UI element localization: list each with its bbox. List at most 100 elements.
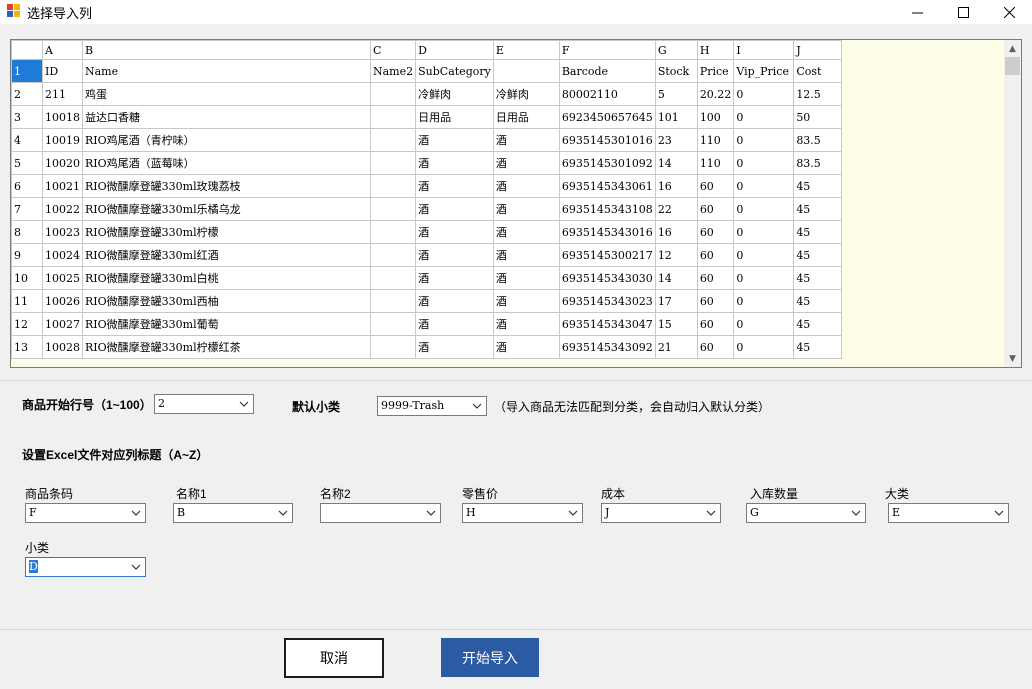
mapping-combo-name1[interactable]: B	[173, 503, 293, 523]
table-cell[interactable]: 60	[696, 243, 735, 267]
row-number-cell[interactable]: 3	[11, 105, 43, 129]
column-letter-cell[interactable]: B	[82, 40, 371, 60]
table-cell[interactable]: RIO鸡尾酒（青柠味）	[82, 128, 371, 152]
table-cell[interactable]: 6935145301016	[558, 128, 656, 152]
column-letter-cell[interactable]: G	[654, 40, 698, 60]
table-cell[interactable]: 0	[733, 197, 795, 221]
table-cell[interactable]: 16	[654, 174, 698, 198]
table-cell[interactable]: 10028	[42, 335, 83, 359]
table-cell[interactable]: 83.5	[793, 128, 843, 152]
table-cell[interactable]: 6935145343023	[558, 289, 656, 313]
table-cell[interactable]	[369, 220, 417, 244]
row-number-cell[interactable]: 11	[11, 289, 43, 313]
table-cell[interactable]: RIO微醺摩登罐330ml西柚	[82, 289, 371, 313]
table-cell[interactable]: 酒	[492, 220, 560, 244]
table-cell[interactable]	[369, 128, 417, 152]
table-cell[interactable]: Price	[696, 59, 735, 83]
vertical-scrollbar[interactable]: ▲ ▼	[1004, 40, 1021, 367]
table-cell[interactable]: 21	[654, 335, 698, 359]
table-cell[interactable]: 110	[696, 128, 735, 152]
table-cell[interactable]: 酒	[415, 220, 494, 244]
column-letter-cell[interactable]: C	[369, 40, 417, 60]
table-cell[interactable]: 6935145343016	[558, 220, 656, 244]
table-cell[interactable]: 酒	[415, 335, 494, 359]
table-cell[interactable]	[369, 289, 417, 313]
table-cell[interactable]: 0	[733, 312, 795, 336]
table-cell[interactable]: RIO微醺摩登罐330ml红酒	[82, 243, 371, 267]
table-cell[interactable]: 5	[654, 82, 698, 106]
table-cell[interactable]: 83.5	[793, 151, 843, 175]
table-cell[interactable]: 6923450657645	[558, 105, 656, 129]
mapping-combo-retail-price[interactable]: H	[462, 503, 583, 523]
table-cell[interactable]: 酒	[415, 312, 494, 336]
table-cell[interactable]: 6935145301092	[558, 151, 656, 175]
table-cell[interactable]: 12.5	[793, 82, 843, 106]
table-cell[interactable]: 酒	[415, 174, 494, 198]
table-cell[interactable]: 酒	[415, 289, 494, 313]
table-cell[interactable]	[369, 174, 417, 198]
start-import-button[interactable]: 开始导入	[441, 638, 539, 677]
table-cell[interactable]: 0	[733, 220, 795, 244]
cancel-button[interactable]: 取消	[284, 638, 384, 678]
table-cell[interactable]: 100	[696, 105, 735, 129]
table-cell[interactable]: 益达口香糖	[82, 105, 371, 129]
table-cell[interactable]: Name	[82, 59, 371, 83]
mapping-combo-stock-qty[interactable]: G	[746, 503, 866, 523]
table-cell[interactable]: 冷鲜肉	[492, 82, 560, 106]
table-cell[interactable]: 60	[696, 266, 735, 290]
table-cell[interactable]: 45	[793, 266, 843, 290]
table-cell[interactable]: 15	[654, 312, 698, 336]
table-cell[interactable]: 酒	[492, 312, 560, 336]
table-cell[interactable]: Stock	[654, 59, 698, 83]
table-cell[interactable]: 10018	[42, 105, 83, 129]
column-letter-cell[interactable]: E	[492, 40, 560, 60]
table-cell[interactable]: RIO微醺摩登罐330ml玫瑰荔枝	[82, 174, 371, 198]
scroll-down-icon[interactable]: ▼	[1004, 350, 1021, 367]
table-cell[interactable]: 6935145343047	[558, 312, 656, 336]
start-row-combo[interactable]: 2	[154, 394, 254, 414]
mapping-combo-barcode[interactable]: F	[25, 503, 146, 523]
table-cell[interactable]: 酒	[492, 128, 560, 152]
table-cell[interactable]: 50	[793, 105, 843, 129]
table-cell[interactable]: RIO微醺摩登罐330ml乐橘乌龙	[82, 197, 371, 221]
table-cell[interactable]: 45	[793, 312, 843, 336]
table-cell[interactable]: 211	[42, 82, 83, 106]
table-cell[interactable]: 80002110	[558, 82, 656, 106]
column-letter-cell[interactable]: F	[558, 40, 656, 60]
table-cell[interactable]: 酒	[492, 151, 560, 175]
table-cell[interactable]: RIO微醺摩登罐330ml葡萄	[82, 312, 371, 336]
table-cell[interactable]: 45	[793, 335, 843, 359]
table-cell[interactable]: 60	[696, 197, 735, 221]
table-cell[interactable]: Name2	[369, 59, 417, 83]
maximize-button[interactable]	[940, 0, 986, 24]
row-number-cell[interactable]: 9	[11, 243, 43, 267]
table-cell[interactable]: 45	[793, 220, 843, 244]
close-button[interactable]	[986, 0, 1032, 24]
table-cell[interactable]: 60	[696, 289, 735, 313]
row-number-cell[interactable]: 13	[11, 335, 43, 359]
table-cell[interactable]: 0	[733, 266, 795, 290]
table-cell[interactable]: 20.22	[696, 82, 735, 106]
table-cell[interactable]: 10026	[42, 289, 83, 313]
table-cell[interactable]: Cost	[793, 59, 843, 83]
table-cell[interactable]: 60	[696, 174, 735, 198]
table-cell[interactable]: 10022	[42, 197, 83, 221]
table-cell[interactable]	[369, 197, 417, 221]
mapping-combo-name2[interactable]	[320, 503, 441, 523]
table-cell[interactable]: 6935145343061	[558, 174, 656, 198]
row-number-cell[interactable]: 2	[11, 82, 43, 106]
table-cell[interactable]: RIO微醺摩登罐330ml柠檬红茶	[82, 335, 371, 359]
table-cell[interactable]: 12	[654, 243, 698, 267]
table-cell[interactable]	[369, 105, 417, 129]
row-number-cell[interactable]: 8	[11, 220, 43, 244]
mapping-combo-cost[interactable]: J	[601, 503, 721, 523]
excel-preview-grid[interactable]: A B C D E F G H I J 1 ID Name Name2 SubCategory Barcode…	[10, 39, 1022, 368]
table-cell[interactable]: 10021	[42, 174, 83, 198]
table-cell[interactable]: 6935145343108	[558, 197, 656, 221]
table-cell[interactable]: 6935145343092	[558, 335, 656, 359]
table-cell[interactable]: 酒	[492, 174, 560, 198]
table-cell[interactable]: 45	[793, 243, 843, 267]
table-cell[interactable]: 10023	[42, 220, 83, 244]
table-cell[interactable]: 10025	[42, 266, 83, 290]
mapping-combo-subcategory[interactable]: D	[25, 557, 146, 577]
